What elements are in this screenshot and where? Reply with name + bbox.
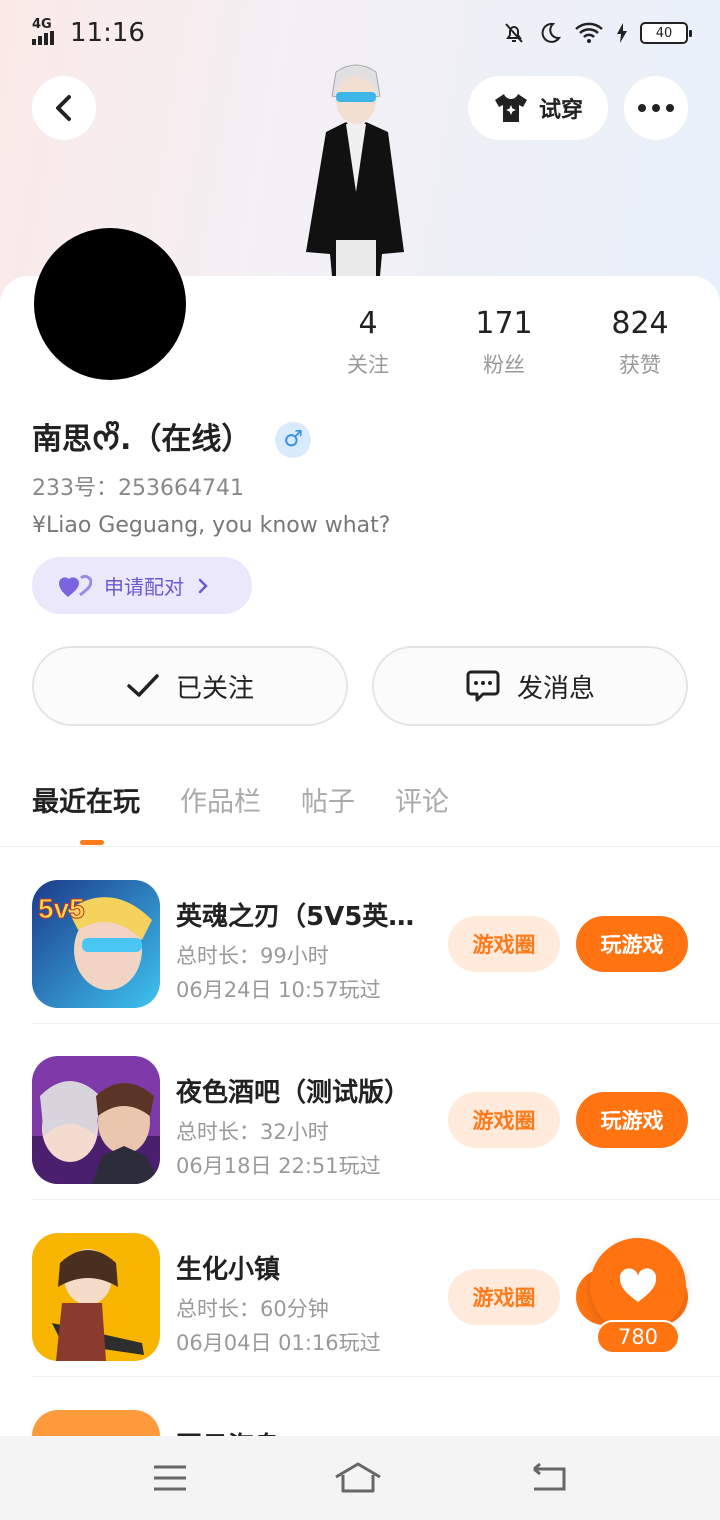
game-title: 英魂之刃（5V5英…	[176, 902, 415, 932]
stat-label: 获赞	[619, 353, 661, 377]
try-on-label: 试穿	[538, 98, 583, 123]
stat-label: 关注	[347, 353, 389, 377]
game-circle-button[interactable]: 游戏圈	[448, 916, 560, 972]
followed-label: 已关注	[175, 673, 254, 704]
network-type: 4G	[32, 17, 52, 32]
user-id: 233号：253664741	[32, 476, 244, 501]
send-message-label: 发消息	[516, 673, 595, 704]
game-title: 夜色酒吧（测试版）	[176, 1078, 411, 1108]
tab-works[interactable]: 作品栏	[180, 780, 261, 819]
back-button[interactable]	[32, 76, 96, 140]
game-duration: 总时长：60分钟	[176, 1297, 329, 1321]
game-icon-text: 5v5	[38, 893, 85, 924]
moon-icon	[541, 22, 562, 43]
game-icon-bio-town	[32, 1233, 160, 1361]
tab-recently-played[interactable]: 最近在玩	[32, 780, 140, 819]
cellular-signal-icon: 4G	[32, 17, 58, 47]
tab-comments[interactable]: 评论	[395, 780, 449, 819]
status-bar: 4G 11:16 40	[0, 0, 720, 66]
game-icon-hero-blade: 5v5	[32, 880, 160, 1008]
request-pair-label: 申请配对	[104, 575, 184, 599]
row-divider	[32, 1376, 720, 1377]
system-navigation-bar	[0, 1436, 720, 1520]
avatar[interactable]	[34, 228, 186, 380]
clock: 11:16	[70, 18, 145, 48]
battery-indicator: 40	[640, 22, 692, 44]
game-list-item[interactable]: 5v5 英魂之刃（5V5英… 总时长：99小时 06月24日 10:57玩过 游…	[32, 848, 720, 1024]
menu-icon[interactable]	[152, 1464, 188, 1492]
profile-stats: 4 关注 171 粉丝 824 获赞	[300, 306, 720, 379]
more-options-button[interactable]	[624, 76, 688, 140]
game-list-item[interactable]: 夜色酒吧（测试版） 总时长：32小时 06月18日 22:51玩过 游戏圈 玩游…	[32, 1024, 720, 1200]
game-icon-night-bar	[32, 1056, 160, 1184]
heart-icon	[619, 1268, 657, 1302]
row-divider	[32, 1199, 720, 1200]
more-dot	[666, 104, 674, 112]
tshirt-sparkle-icon	[494, 94, 527, 122]
tabs-divider	[0, 846, 720, 847]
charging-icon	[617, 23, 627, 43]
active-tab-indicator	[80, 840, 104, 845]
game-duration: 总时长：99小时	[176, 944, 329, 968]
profile-tabs: 最近在玩 作品栏 帖子 评论	[32, 780, 449, 819]
game-last-played: 06月24日 10:57玩过	[176, 978, 381, 1002]
play-game-button[interactable]: 玩游戏	[576, 1092, 688, 1148]
chevron-left-icon	[56, 95, 71, 121]
double-heart-icon	[59, 574, 92, 597]
game-title: 生化小镇	[176, 1255, 281, 1285]
stat-value: 171	[475, 306, 533, 341]
stat-following[interactable]: 4 关注	[300, 306, 436, 379]
followed-button[interactable]: 已关注	[32, 646, 348, 726]
tab-posts[interactable]: 帖子	[301, 780, 355, 819]
game-duration: 总时长：32小时	[176, 1120, 329, 1144]
chat-bubble-icon	[466, 670, 500, 702]
home-icon[interactable]	[333, 1461, 383, 1495]
checkmark-icon	[127, 674, 159, 697]
stat-followers[interactable]: 171 粉丝	[436, 306, 572, 379]
game-circle-button[interactable]: 游戏圈	[448, 1092, 560, 1148]
stat-label: 粉丝	[483, 353, 525, 377]
request-pair-button[interactable]: 申请配对	[32, 557, 252, 614]
avatar-3d-character	[306, 64, 404, 276]
like-count: 780	[596, 1320, 680, 1354]
user-bio: ¥Liao Geguang, you know what?	[32, 513, 391, 538]
stat-likes[interactable]: 824 获赞	[572, 306, 708, 379]
more-dot	[652, 104, 660, 112]
stat-value: 824	[611, 306, 669, 341]
game-last-played: 06月04日 01:16玩过	[176, 1331, 381, 1355]
chevron-right-icon	[198, 578, 208, 593]
mute-bell-icon	[505, 23, 523, 43]
wifi-icon	[575, 22, 603, 43]
game-last-played: 06月18日 22:51玩过	[176, 1154, 381, 1178]
try-on-button[interactable]: 试穿	[468, 76, 608, 140]
play-game-button[interactable]: 玩游戏	[576, 916, 688, 972]
send-message-button[interactable]: 发消息	[372, 646, 688, 726]
male-gender-icon: ♂	[275, 421, 312, 458]
back-nav-icon[interactable]	[528, 1463, 568, 1493]
game-circle-button[interactable]: 游戏圈	[448, 1269, 560, 1325]
username: 南思ᰔᩚ.（在线）	[32, 422, 252, 457]
stat-value: 4	[358, 306, 378, 341]
name-row: 南思ᰔᩚ.（在线） ♂	[32, 414, 312, 465]
more-dot	[638, 104, 646, 112]
